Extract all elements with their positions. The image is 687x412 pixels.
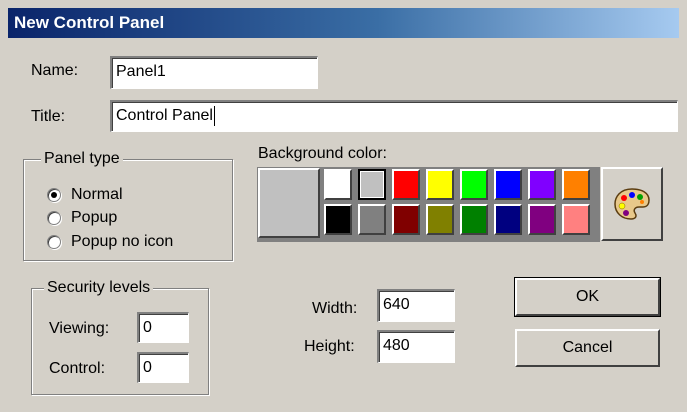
width-label: Width: <box>312 300 358 317</box>
current-color-preview <box>258 168 320 238</box>
color-swatch[interactable] <box>494 169 522 200</box>
control-input[interactable]: 0 <box>137 352 189 383</box>
viewing-input[interactable]: 0 <box>137 312 189 343</box>
color-swatch[interactable] <box>528 169 556 200</box>
viewing-label: Viewing: <box>49 320 110 337</box>
palette-icon <box>614 188 650 220</box>
color-swatch[interactable] <box>494 204 522 235</box>
panel-type-legend: Panel type <box>41 150 123 168</box>
name-input[interactable]: Panel1 <box>110 56 318 89</box>
height-input[interactable]: 480 <box>377 330 455 363</box>
color-swatch[interactable] <box>562 169 590 200</box>
radio-button[interactable] <box>47 211 61 225</box>
color-swatch[interactable] <box>426 204 454 235</box>
ok-button[interactable]: OK <box>514 277 661 317</box>
color-swatch[interactable] <box>460 204 488 235</box>
title-input[interactable]: Control Panel <box>110 100 678 132</box>
title-bar[interactable]: New Control Panel <box>8 8 679 38</box>
color-swatch[interactable] <box>392 204 420 235</box>
name-label: Name: <box>31 62 79 79</box>
color-swatch[interactable] <box>426 169 454 200</box>
radio-popup-label: Popup <box>71 209 118 226</box>
color-swatch[interactable] <box>562 204 590 235</box>
color-swatch[interactable] <box>528 204 556 235</box>
radio-button[interactable] <box>47 235 61 249</box>
text-caret <box>213 105 215 126</box>
radio-normal[interactable]: Normal <box>47 186 123 204</box>
color-swatch[interactable] <box>460 169 488 200</box>
security-levels-legend: Security levels <box>44 279 154 297</box>
window-title: New Control Panel <box>14 13 165 32</box>
color-swatch[interactable] <box>324 169 352 200</box>
color-swatch[interactable] <box>358 169 386 200</box>
radio-popup-no-icon[interactable]: Popup no icon <box>47 233 173 251</box>
cancel-button[interactable]: Cancel <box>515 329 660 367</box>
height-label: Height: <box>304 338 355 355</box>
color-swatch[interactable] <box>392 169 420 200</box>
color-swatch[interactable] <box>324 204 352 235</box>
radio-popup[interactable]: Popup <box>47 209 117 227</box>
radio-button-checked[interactable] <box>47 188 61 202</box>
control-label: Control: <box>49 360 106 377</box>
radio-normal-label: Normal <box>71 186 123 203</box>
width-input[interactable]: 640 <box>377 289 455 322</box>
palette-button[interactable] <box>601 167 663 241</box>
title-label: Title: <box>31 108 66 125</box>
radio-popup-no-icon-label: Popup no icon <box>71 233 174 250</box>
background-color-label: Background color: <box>258 145 387 162</box>
new-control-panel-dialog: New Control Panel Name: Panel1 Title: Co… <box>0 0 687 412</box>
color-swatch[interactable] <box>358 204 386 235</box>
